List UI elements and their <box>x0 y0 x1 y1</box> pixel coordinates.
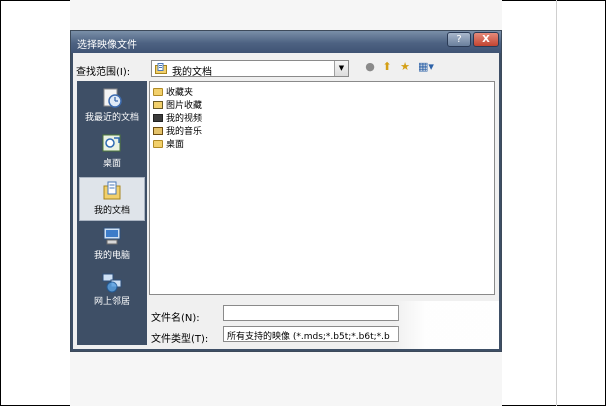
up-folder-icon[interactable]: ⬆ <box>379 59 395 75</box>
dialog-title: 选择映像文件 <box>77 40 137 51</box>
look-in-value: 我的文档 <box>172 67 212 78</box>
back-icon[interactable]: ● <box>362 59 378 75</box>
videos-folder-icon <box>153 114 163 122</box>
place-label: 网上邻居 <box>93 297 130 307</box>
views-menu-icon[interactable]: ▦▾ <box>415 59 437 75</box>
list-item[interactable]: 我的视频 <box>153 111 203 124</box>
dialog-titlebar[interactable]: 选择映像文件 ? X <box>71 31 501 53</box>
file-list[interactable]: 收藏夹 图片收藏 我的视频 我的音乐 桌面 <box>149 81 495 295</box>
place-label: 我最近的文档 <box>84 113 139 123</box>
file-type-dropdown[interactable]: 所有支持的映像 (*.mds;*.b5t;*.b6t;*.b <box>223 326 399 342</box>
place-my-documents[interactable]: 我的文档 <box>79 177 145 221</box>
file-name: 我的视频 <box>166 114 203 124</box>
dialog-body: 查找范围(I): 我的文档 ▼ ● ⬆ ★ ▦▾ 我最近的文档 桌面 我的文档 … <box>73 53 499 349</box>
place-my-computer[interactable]: 我的电脑 <box>79 223 145 267</box>
file-name: 桌面 <box>166 140 185 150</box>
file-name: 收藏夹 <box>166 88 194 98</box>
place-label: 我的电脑 <box>93 251 130 261</box>
place-label: 我的文档 <box>93 206 130 216</box>
watermark-fade <box>395 301 499 349</box>
my-documents-small-icon <box>155 63 167 77</box>
list-item[interactable]: 图片收藏 <box>153 98 203 111</box>
new-folder-icon[interactable]: ★ <box>397 59 413 75</box>
folder-icon <box>153 140 163 148</box>
look-in-dropdown[interactable]: 我的文档 ▼ <box>151 60 349 78</box>
list-item[interactable]: 收藏夹 <box>153 85 194 98</box>
close-button[interactable]: X <box>473 32 499 47</box>
help-button[interactable]: ? <box>447 32 471 47</box>
folder-icon <box>153 88 163 96</box>
open-image-file-dialog: 选择映像文件 ? X 查找范围(I): 我的文档 ▼ ● ⬆ ★ ▦▾ 我最近的… <box>70 30 502 352</box>
place-network[interactable]: 网上邻居 <box>79 269 145 313</box>
file-name-label: 文件名(N): <box>151 313 200 324</box>
list-item[interactable]: 桌面 <box>153 137 185 150</box>
page-margin-line <box>556 0 557 406</box>
list-item[interactable]: 我的音乐 <box>153 124 203 137</box>
file-name-input[interactable] <box>223 305 399 321</box>
chevron-down-icon[interactable]: ▼ <box>334 61 348 76</box>
music-folder-icon <box>153 127 163 135</box>
file-type-label: 文件类型(T): <box>151 334 209 345</box>
look-in-label: 查找范围(I): <box>76 67 131 78</box>
file-name: 图片收藏 <box>166 101 203 111</box>
my-documents-icon <box>101 180 123 202</box>
place-label: 桌面 <box>102 159 121 169</box>
network-places-icon <box>101 271 123 293</box>
place-recent-documents[interactable]: 我最近的文档 <box>79 85 145 129</box>
places-bar: 我最近的文档 桌面 我的文档 我的电脑 网上邻居 <box>77 81 147 345</box>
pictures-folder-icon <box>153 101 163 109</box>
file-name: 我的音乐 <box>166 127 203 137</box>
recent-documents-icon <box>101 87 123 109</box>
desktop-icon <box>101 133 123 155</box>
my-computer-icon <box>101 225 123 247</box>
place-desktop[interactable]: 桌面 <box>79 131 145 175</box>
